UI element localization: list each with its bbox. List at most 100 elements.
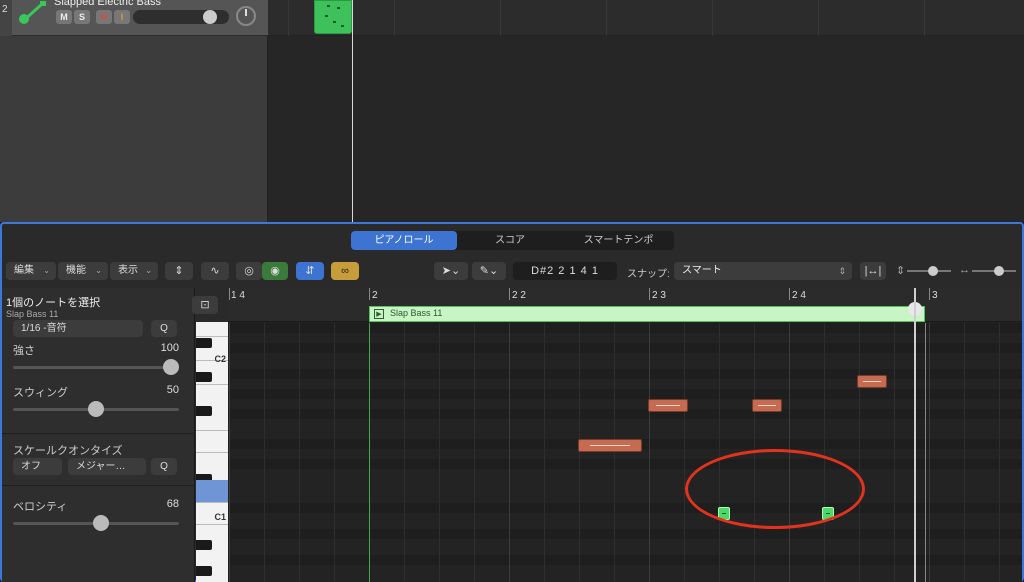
arrange-track-lane[interactable]	[268, 0, 1024, 36]
piano-roll-editor: ピアノロール スコア スマートテンポ 編集 ⌄ 機能 ⌄ 表示 ⌄ ⇕ ∿ ◎ ◉ ⇵…	[0, 222, 1024, 582]
track-number: 2	[0, 0, 12, 36]
track-name: Slapped Electric Bass	[54, 0, 161, 8]
pointer-tool-icon[interactable]: ➤⌄	[434, 262, 468, 280]
midi-out-icon[interactable]: ◉	[262, 262, 288, 280]
strength-slider-thumb[interactable]	[163, 359, 179, 375]
arrange-area[interactable]	[268, 0, 1024, 222]
record-enable-button[interactable]: R	[96, 10, 112, 24]
track-header-slapped-bass[interactable]: 2 Slapped Electric Bass M S R I	[0, 0, 268, 36]
piano-keyboard[interactable]: C2 C1	[196, 322, 228, 582]
track-header-column: 2 Slapped Electric Bass M S R I	[0, 0, 268, 222]
strength-label: 強さ	[13, 345, 35, 357]
region-name: Slap Bass 11	[390, 308, 443, 318]
edit-menu[interactable]: 編集 ⌄	[6, 262, 56, 280]
stepper-icon: ⇕	[838, 266, 846, 276]
divider	[2, 433, 195, 434]
quantize-select[interactable]: 1/16 -音符	[13, 320, 143, 337]
tab-smart-tempo[interactable]: スマートテンポ	[563, 231, 674, 250]
velocity-slider-thumb[interactable]	[92, 515, 109, 531]
chevron-down-icon: ⌄	[43, 266, 50, 275]
scale-type-value: メジャー…	[76, 461, 126, 472]
mute-button[interactable]: M	[56, 10, 72, 24]
tab-piano-roll[interactable]: ピアノロール	[351, 231, 457, 250]
ruler-label: 2 4	[792, 290, 806, 301]
quantize-button[interactable]: Q	[151, 320, 177, 337]
black-key[interactable]	[196, 338, 212, 348]
view-menu-label: 表示	[118, 265, 138, 276]
strength-slider[interactable]	[13, 366, 179, 369]
midi-note[interactable]	[578, 439, 642, 452]
velocity-label: ベロシティ	[13, 501, 68, 513]
bar-ruler[interactable]: 1 4 2 2 2 2 3 2 4 3 ▶ Slap Bass 11	[228, 288, 1022, 322]
swing-label: スウィング	[13, 387, 68, 399]
collapse-icon[interactable]: ⇕	[165, 262, 193, 280]
region-start-line	[369, 323, 370, 582]
ruler-label: 2	[372, 290, 378, 301]
black-key[interactable]	[196, 372, 212, 382]
vertical-zoom-thumb[interactable]	[928, 266, 938, 276]
black-key[interactable]	[196, 566, 212, 576]
scale-quantize-label: スケールクオンタイズ	[13, 445, 123, 457]
scale-quantize-button[interactable]: Q	[151, 458, 177, 475]
chevron-down-icon: ⌄	[95, 266, 102, 275]
scale-root-value: オフ	[21, 461, 41, 472]
annotation-circle	[685, 449, 865, 529]
ruler-label: 2 2	[512, 290, 526, 301]
note-inspector: 1個のノートを選択 Slap Bass 11 ⊡ 1/16 -音符 Q 強さ 1…	[2, 288, 218, 582]
arrange-playhead[interactable]	[352, 0, 353, 222]
volume-slider-thumb[interactable]	[203, 10, 217, 24]
view-menu[interactable]: 表示 ⌄	[110, 262, 158, 280]
swing-value: 50	[166, 384, 179, 396]
input-monitor-button[interactable]: I	[114, 10, 130, 24]
region-subtitle: Slap Bass 11	[6, 309, 59, 319]
quantize-select-value: 1/16 -音符	[21, 323, 67, 334]
ruler-label: 2 3	[652, 290, 666, 301]
horizontal-zoom-thumb[interactable]	[994, 266, 1004, 276]
inspector-toggle-icon[interactable]: ⊡	[192, 296, 218, 314]
velocity-value: 68	[166, 498, 179, 510]
functions-menu[interactable]: 機能 ⌄	[58, 262, 108, 280]
arrange-midi-region[interactable]	[314, 0, 352, 34]
note-grid[interactable]	[228, 323, 1022, 582]
editor-toolbar: 編集 ⌄ 機能 ⌄ 表示 ⌄ ⇕ ∿ ◎ ◉ ⇵ ∞ ➤⌄ ✎⌄ D#2 2 1 4 …	[2, 258, 1022, 284]
chevron-down-icon: ⌄	[145, 266, 152, 275]
swing-slider-thumb[interactable]	[88, 401, 104, 417]
ruler-label: 3	[932, 290, 938, 301]
horizontal-zoom-icon: ↔	[959, 264, 970, 276]
region-header[interactable]: ▶ Slap Bass 11	[369, 306, 925, 322]
midi-in-icon[interactable]: ◎	[236, 262, 262, 280]
pan-knob[interactable]	[236, 6, 256, 26]
divider	[2, 485, 195, 486]
scale-root-select[interactable]: オフ	[13, 458, 62, 475]
solo-button[interactable]: S	[74, 10, 90, 24]
playhead[interactable]	[914, 288, 916, 582]
vertical-zoom-icon: ⇕	[896, 265, 906, 277]
midi-note[interactable]	[648, 399, 688, 412]
pencil-tool-icon[interactable]: ✎⌄	[472, 262, 506, 280]
fit-width-icon[interactable]: |↔|	[860, 262, 886, 280]
snap-select[interactable]: スマート ⇕	[674, 262, 852, 280]
region-end-line	[925, 323, 926, 582]
strength-value: 100	[160, 342, 179, 354]
functions-menu-label: 機能	[66, 265, 86, 276]
black-key[interactable]	[196, 540, 212, 550]
editor-tabs: ピアノロール スコア スマートテンポ	[351, 231, 674, 250]
key-label-c1: C1	[214, 512, 226, 522]
highlighted-key[interactable]	[196, 480, 228, 502]
snap-select-value: スマート	[682, 265, 722, 276]
automation-curve-icon[interactable]: ∿	[201, 262, 229, 280]
snap-label: スナップ:	[627, 269, 670, 280]
scale-type-select[interactable]: メジャー…	[68, 458, 146, 475]
catch-playhead-icon[interactable]: ⇵	[296, 262, 324, 280]
ruler-label: 1 4	[231, 290, 245, 301]
tracks-area: 2 Slapped Electric Bass M S R I	[0, 0, 1024, 222]
midi-note[interactable]	[752, 399, 782, 412]
black-key[interactable]	[196, 406, 212, 416]
key-label-c2: C2	[214, 354, 226, 364]
tab-score[interactable]: スコア	[457, 231, 563, 250]
link-icon[interactable]: ∞	[331, 262, 359, 280]
piano-roll-grid-area[interactable]: 1 4 2 2 2 2 3 2 4 3 ▶ Slap Bass 11	[228, 288, 1022, 582]
play-icon: ▶	[374, 309, 384, 319]
midi-note[interactable]	[857, 375, 887, 388]
bass-guitar-icon	[19, 1, 46, 24]
